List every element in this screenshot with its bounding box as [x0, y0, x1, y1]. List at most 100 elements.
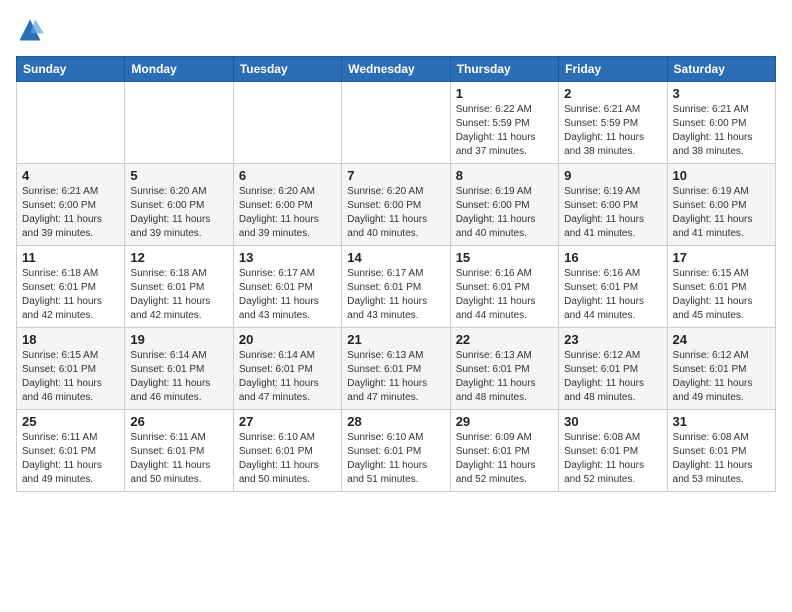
day-cell: 25 Sunrise: 6:11 AM Sunset: 6:01 PM Dayli… — [17, 410, 125, 492]
day-info: Sunrise: 6:15 AM Sunset: 6:01 PM Dayligh… — [673, 267, 770, 323]
col-header-saturday: Saturday — [667, 57, 775, 82]
day-info: Sunrise: 6:20 AM Sunset: 6:00 PM Dayligh… — [347, 185, 444, 241]
week-row: 18Sunrise: 6:15 AM Sunset: 6:01 PM Dayli… — [17, 328, 776, 410]
day-cell: 15 Sunrise: 6:16 AM Sunset: 6:01 PM Dayli… — [450, 246, 558, 328]
day-info: Sunrise: 6:14 AM Sunset: 6:01 PM Dayligh… — [239, 349, 336, 405]
logo-icon — [16, 16, 44, 44]
day-number: 10 — [673, 168, 770, 183]
day-info: Sunrise: 6:17 AM Sunset: 6:01 PM Dayligh… — [239, 267, 336, 323]
day-number: 11 — [22, 250, 119, 265]
col-header-friday: Friday — [559, 57, 667, 82]
day-info: Sunrise: 6:21 AM Sunset: 6:00 PM Dayligh… — [673, 103, 770, 159]
day-info: Sunrise: 6:09 AM Sunset: 6:01 PM Dayligh… — [456, 431, 553, 487]
day-cell: 29Sunrise: 6:09 AM Sunset: 6:01 PM Dayli… — [450, 410, 558, 492]
day-cell: 12Sunrise: 6:18 AM Sunset: 6:01 PM Dayli… — [125, 246, 233, 328]
day-info: Sunrise: 6:13 AM Sunset: 6:01 PM Dayligh… — [456, 349, 553, 405]
calendar-table: SundayMondayTuesdayWednesdayThursdayFrid… — [16, 56, 776, 492]
day-cell: 31 Sunrise: 6:08 AM Sunset: 6:01 PM Dayli… — [667, 410, 775, 492]
day-cell: 14 Sunrise: 6:17 AM Sunset: 6:01 PM Dayli… — [342, 246, 450, 328]
day-cell — [342, 82, 450, 164]
day-number: 16 — [564, 250, 661, 265]
day-info: Sunrise: 6:13 AM Sunset: 6:01 PM Dayligh… — [347, 349, 444, 405]
day-info: Sunrise: 6:10 AM Sunset: 6:01 PM Dayligh… — [239, 431, 336, 487]
col-header-tuesday: Tuesday — [233, 57, 341, 82]
day-number: 4 — [22, 168, 119, 183]
day-number: 14 — [347, 250, 444, 265]
day-cell: 11 Sunrise: 6:18 AM Sunset: 6:01 PM Dayli… — [17, 246, 125, 328]
day-cell: 13 Sunrise: 6:17 AM Sunset: 6:01 PM Dayli… — [233, 246, 341, 328]
day-cell — [125, 82, 233, 164]
page-header — [16, 16, 776, 44]
day-number: 17 — [673, 250, 770, 265]
day-cell: 7 Sunrise: 6:20 AM Sunset: 6:00 PM Daylig… — [342, 164, 450, 246]
day-number: 3 — [673, 86, 770, 101]
day-info: Sunrise: 6:08 AM Sunset: 6:01 PM Dayligh… — [673, 431, 770, 487]
day-info: Sunrise: 6:17 AM Sunset: 6:01 PM Dayligh… — [347, 267, 444, 323]
day-info: Sunrise: 6:22 AM Sunset: 5:59 PM Dayligh… — [456, 103, 553, 159]
day-info: Sunrise: 6:20 AM Sunset: 6:00 PM Dayligh… — [130, 185, 227, 241]
day-cell: 22 Sunrise: 6:13 AM Sunset: 6:01 PM Dayli… — [450, 328, 558, 410]
day-cell — [17, 82, 125, 164]
col-header-monday: Monday — [125, 57, 233, 82]
logo — [16, 16, 48, 44]
day-info: Sunrise: 6:21 AM Sunset: 5:59 PM Dayligh… — [564, 103, 661, 159]
day-cell: 6 Sunrise: 6:20 AM Sunset: 6:00 PM Daylig… — [233, 164, 341, 246]
day-info: Sunrise: 6:10 AM Sunset: 6:01 PM Dayligh… — [347, 431, 444, 487]
day-cell: 3 Sunrise: 6:21 AM Sunset: 6:00 PM Daylig… — [667, 82, 775, 164]
day-cell: 2 Sunrise: 6:21 AM Sunset: 5:59 PM Daylig… — [559, 82, 667, 164]
day-info: Sunrise: 6:20 AM Sunset: 6:00 PM Dayligh… — [239, 185, 336, 241]
day-cell: 23Sunrise: 6:12 AM Sunset: 6:01 PM Dayli… — [559, 328, 667, 410]
day-cell: 5 Sunrise: 6:20 AM Sunset: 6:00 PM Daylig… — [125, 164, 233, 246]
day-cell: 21 Sunrise: 6:13 AM Sunset: 6:01 PM Dayli… — [342, 328, 450, 410]
day-number: 19 — [130, 332, 227, 347]
day-number: 31 — [673, 414, 770, 429]
day-cell: 17 Sunrise: 6:15 AM Sunset: 6:01 PM Dayli… — [667, 246, 775, 328]
day-number: 24 — [673, 332, 770, 347]
day-info: Sunrise: 6:21 AM Sunset: 6:00 PM Dayligh… — [22, 185, 119, 241]
day-number: 22 — [456, 332, 553, 347]
day-info: Sunrise: 6:14 AM Sunset: 6:01 PM Dayligh… — [130, 349, 227, 405]
day-info: Sunrise: 6:08 AM Sunset: 6:01 PM Dayligh… — [564, 431, 661, 487]
day-cell: 19 Sunrise: 6:14 AM Sunset: 6:01 PM Dayli… — [125, 328, 233, 410]
day-number: 8 — [456, 168, 553, 183]
header-row: SundayMondayTuesdayWednesdayThursdayFrid… — [17, 57, 776, 82]
day-cell: 16 Sunrise: 6:16 AM Sunset: 6:01 PM Dayli… — [559, 246, 667, 328]
day-number: 27 — [239, 414, 336, 429]
day-info: Sunrise: 6:11 AM Sunset: 6:01 PM Dayligh… — [22, 431, 119, 487]
day-cell: 26Sunrise: 6:11 AM Sunset: 6:01 PM Dayli… — [125, 410, 233, 492]
day-number: 12 — [130, 250, 227, 265]
day-number: 28 — [347, 414, 444, 429]
day-info: Sunrise: 6:12 AM Sunset: 6:01 PM Dayligh… — [673, 349, 770, 405]
day-number: 25 — [22, 414, 119, 429]
day-info: Sunrise: 6:19 AM Sunset: 6:00 PM Dayligh… — [673, 185, 770, 241]
week-row: 25 Sunrise: 6:11 AM Sunset: 6:01 PM Dayli… — [17, 410, 776, 492]
day-info: Sunrise: 6:16 AM Sunset: 6:01 PM Dayligh… — [456, 267, 553, 323]
col-header-thursday: Thursday — [450, 57, 558, 82]
day-number: 21 — [347, 332, 444, 347]
day-cell — [233, 82, 341, 164]
day-number: 2 — [564, 86, 661, 101]
week-row: 4 Sunrise: 6:21 AM Sunset: 6:00 PM Daylig… — [17, 164, 776, 246]
day-cell: 28 Sunrise: 6:10 AM Sunset: 6:01 PM Dayli… — [342, 410, 450, 492]
day-number: 13 — [239, 250, 336, 265]
day-number: 1 — [456, 86, 553, 101]
day-number: 18 — [22, 332, 119, 347]
day-number: 20 — [239, 332, 336, 347]
day-number: 6 — [239, 168, 336, 183]
day-number: 26 — [130, 414, 227, 429]
day-info: Sunrise: 6:18 AM Sunset: 6:01 PM Dayligh… — [22, 267, 119, 323]
day-cell: 27 Sunrise: 6:10 AM Sunset: 6:01 PM Dayli… — [233, 410, 341, 492]
col-header-sunday: Sunday — [17, 57, 125, 82]
day-cell: 24 Sunrise: 6:12 AM Sunset: 6:01 PM Dayli… — [667, 328, 775, 410]
day-cell: 4 Sunrise: 6:21 AM Sunset: 6:00 PM Daylig… — [17, 164, 125, 246]
day-number: 9 — [564, 168, 661, 183]
day-cell: 8 Sunrise: 6:19 AM Sunset: 6:00 PM Daylig… — [450, 164, 558, 246]
day-info: Sunrise: 6:16 AM Sunset: 6:01 PM Dayligh… — [564, 267, 661, 323]
day-number: 7 — [347, 168, 444, 183]
col-header-wednesday: Wednesday — [342, 57, 450, 82]
day-info: Sunrise: 6:19 AM Sunset: 6:00 PM Dayligh… — [456, 185, 553, 241]
day-number: 5 — [130, 168, 227, 183]
day-cell: 1 Sunrise: 6:22 AM Sunset: 5:59 PM Daylig… — [450, 82, 558, 164]
day-number: 15 — [456, 250, 553, 265]
week-row: 11 Sunrise: 6:18 AM Sunset: 6:01 PM Dayli… — [17, 246, 776, 328]
